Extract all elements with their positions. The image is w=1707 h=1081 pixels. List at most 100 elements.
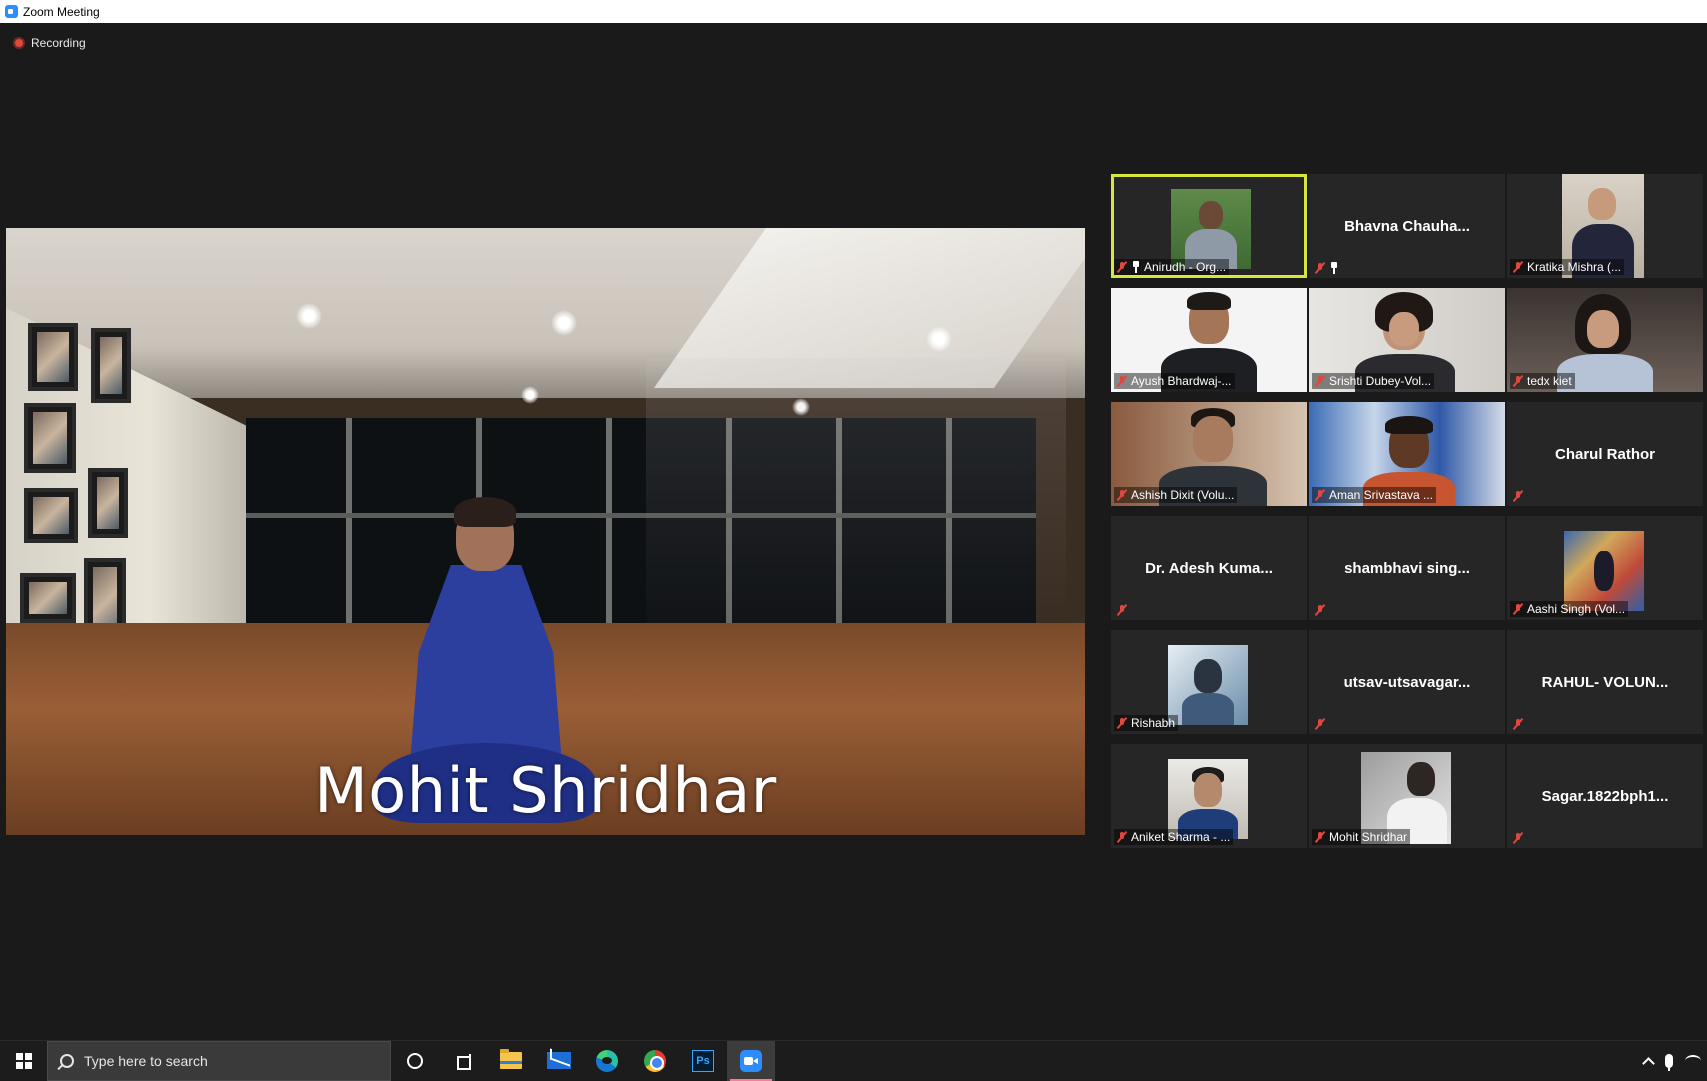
participant-tile[interactable]: shambhavi sing... (1309, 516, 1505, 620)
participant-label (1510, 717, 1527, 731)
chrome-icon (644, 1049, 666, 1072)
participant-name-center: Charul Rathor (1554, 445, 1655, 463)
photoshop-button[interactable]: Ps (679, 1041, 727, 1081)
participant-tile[interactable]: tedx kiet (1507, 288, 1703, 392)
window-titlebar: Zoom Meeting (0, 0, 1707, 23)
taskbar-search[interactable] (47, 1040, 391, 1081)
participant-label: Aashi Singh (Vol... (1510, 601, 1629, 617)
participant-label (1312, 261, 1342, 275)
mic-muted-icon (1314, 831, 1326, 843)
zoom-logo-icon (5, 5, 18, 18)
ceiling-light (551, 310, 577, 336)
task-view-button[interactable] (439, 1041, 487, 1081)
task-view-icon (454, 1053, 472, 1070)
file-explorer-icon (500, 1049, 522, 1069)
mic-muted-icon (1314, 604, 1326, 616)
window-title: Zoom Meeting (23, 4, 100, 19)
participant-video (1564, 531, 1644, 611)
participant-tile[interactable]: Charul Rathor (1507, 402, 1703, 506)
microphone-icon[interactable] (1665, 1054, 1673, 1071)
participant-video (1168, 645, 1248, 725)
mic-muted-icon (1314, 375, 1326, 387)
pin-icon (1131, 261, 1141, 273)
ceiling-light (296, 303, 322, 329)
participant-name-center: shambhavi sing... (1344, 559, 1470, 577)
participant-label: Rishabh (1114, 715, 1179, 731)
mail-button[interactable] (535, 1041, 583, 1081)
edge-icon (596, 1049, 618, 1072)
participant-label: Anirudh - Org... (1114, 259, 1230, 275)
mail-icon (547, 1052, 571, 1069)
participant-label (1510, 489, 1527, 503)
participant-name-center: utsav-utsavagar... (1343, 673, 1471, 691)
mic-muted-icon (1512, 603, 1524, 615)
participant-tile[interactable]: RAHUL- VOLUN... (1507, 630, 1703, 734)
participant-tile[interactable]: Ayush Bhardwaj-... (1111, 288, 1307, 392)
participant-tile[interactable]: utsav-utsavagar... (1309, 630, 1505, 734)
participant-name: Aniket Sharma - ... (1131, 830, 1231, 844)
mic-muted-icon (1116, 717, 1128, 729)
participant-tile[interactable]: Aniket Sharma - ... (1111, 744, 1307, 848)
participant-video (1171, 189, 1251, 269)
mic-muted-icon (1116, 604, 1128, 616)
zoom-icon (740, 1049, 762, 1072)
video-mirror (646, 358, 1066, 628)
search-input[interactable] (84, 1052, 364, 1069)
participant-tile[interactable]: Mohit Shridhar (1309, 744, 1505, 848)
mic-muted-icon (1512, 490, 1524, 502)
participant-tile[interactable]: Aman Srivastava ... (1309, 402, 1505, 506)
participant-label: Ashish Dixit (Volu... (1114, 487, 1238, 503)
wall-frame (20, 573, 76, 623)
participant-tile[interactable]: Aashi Singh (Vol... (1507, 516, 1703, 620)
participant-name: Mohit Shridhar (1329, 830, 1408, 844)
participant-name: Rishabh (1131, 716, 1176, 730)
participant-label: Aman Srivastava ... (1312, 487, 1437, 503)
participant-tile[interactable]: Ashish Dixit (Volu... (1111, 402, 1307, 506)
main-speaker-video[interactable]: Mohit Shridhar (6, 228, 1085, 835)
recording-label: Recording (31, 36, 86, 50)
start-button[interactable] (0, 1041, 47, 1081)
edge-button[interactable] (583, 1041, 631, 1081)
participant-tile[interactable]: Kratika Mishra (... (1507, 174, 1703, 278)
network-icon[interactable] (1685, 1055, 1701, 1067)
mic-muted-icon (1314, 262, 1326, 274)
participant-tile[interactable]: Rishabh (1111, 630, 1307, 734)
mic-muted-icon (1314, 718, 1326, 730)
windows-logo-icon (15, 1052, 32, 1069)
participant-tile[interactable]: Dr. Adesh Kuma... (1111, 516, 1307, 620)
recording-indicator[interactable]: Recording (13, 36, 86, 50)
participant-label: Srishti Dubey-Vol... (1312, 373, 1435, 389)
mic-muted-icon (1512, 261, 1524, 273)
system-tray (1642, 1041, 1707, 1081)
participant-tile[interactable]: Bhavna Chauha... (1309, 174, 1505, 278)
meeting-area: Recording Mohit Shridhar Anirudh - Org..… (0, 23, 1707, 1040)
recording-icon (13, 37, 25, 49)
ceiling-light (926, 326, 952, 352)
mic-muted-icon (1116, 831, 1128, 843)
zoom-button[interactable] (727, 1040, 775, 1081)
mic-muted-icon (1116, 375, 1128, 387)
wall-frame (91, 328, 131, 403)
participant-label: Ayush Bhardwaj-... (1114, 373, 1235, 389)
mic-muted-icon (1512, 718, 1524, 730)
participant-video (1168, 759, 1248, 839)
participant-name-center: RAHUL- VOLUN... (1541, 673, 1669, 691)
cortana-button[interactable] (391, 1041, 439, 1081)
mic-muted-icon (1512, 832, 1524, 844)
chrome-button[interactable] (631, 1041, 679, 1081)
file-explorer-button[interactable] (487, 1041, 535, 1081)
participant-name: Ayush Bhardwaj-... (1131, 374, 1232, 388)
participant-tile[interactable]: Srishti Dubey-Vol... (1309, 288, 1505, 392)
ceiling-light (521, 386, 539, 404)
mic-muted-icon (1314, 489, 1326, 501)
participant-name: Ashish Dixit (Volu... (1131, 488, 1235, 502)
windows-taskbar: Ps (0, 1040, 1707, 1081)
participant-label: Mohit Shridhar (1312, 829, 1411, 845)
participant-name-center: Dr. Adesh Kuma... (1145, 559, 1273, 577)
participant-label (1312, 603, 1329, 617)
chevron-up-icon[interactable] (1642, 1056, 1655, 1070)
participant-tile[interactable]: Anirudh - Org... (1111, 174, 1307, 278)
participant-name: Kratika Mishra (... (1527, 260, 1622, 274)
participant-label (1510, 831, 1527, 845)
participant-tile[interactable]: Sagar.1822bph1... (1507, 744, 1703, 848)
